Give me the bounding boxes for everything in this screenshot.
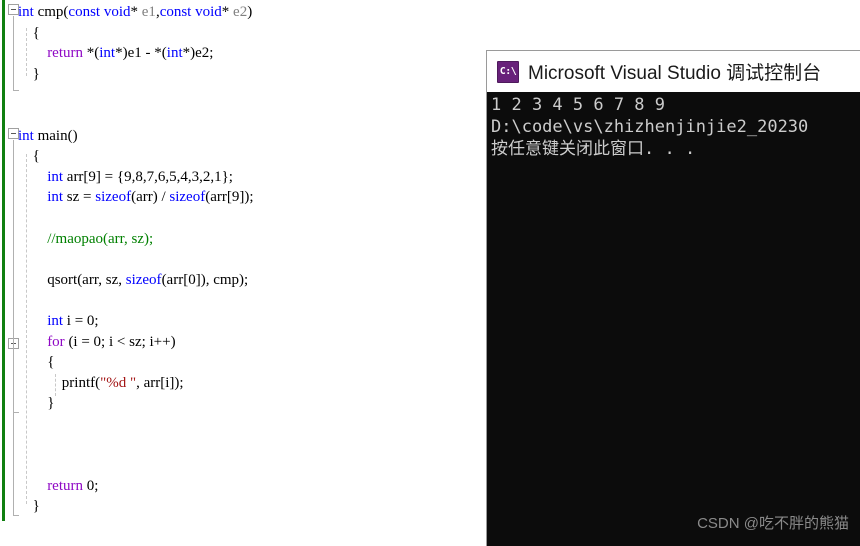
code-token: *)	[182, 45, 196, 62]
console-titlebar[interactable]: C:\ Microsoft Visual Studio 调试控制台	[487, 51, 860, 92]
code-token: (arr) /	[131, 189, 170, 206]
code-line[interactable]: {	[47, 352, 54, 372]
indent-guide	[26, 154, 27, 504]
code-token: printf(	[61, 374, 101, 391]
code-line[interactable]: int sz = sizeof(arr) / sizeof(arr[9]);	[47, 187, 253, 207]
code-token: ()	[67, 127, 78, 144]
code-line[interactable]: {	[33, 146, 40, 166]
code-token: )	[247, 4, 253, 20]
code-token: (arr[0]), cmp);	[161, 271, 249, 288]
console-output-line: D:\code\vs\zhizhenjinjie2_20230	[491, 117, 809, 137]
code-line[interactable]: {	[33, 23, 40, 43]
code-token: int	[166, 45, 183, 62]
code-token: sz =	[63, 189, 96, 206]
indent-guide	[26, 28, 27, 76]
code-token: int	[47, 189, 64, 206]
code-token: sizeof	[125, 271, 162, 288]
code-token: ;	[209, 45, 214, 62]
code-line[interactable]: return 0;	[47, 476, 98, 496]
code-token: //maopao(arr, sz);	[47, 230, 154, 247]
code-token: void	[195, 4, 222, 20]
code-line[interactable]: int arr[9] = {9,8,7,6,5,4,3,2,1};	[47, 167, 233, 187]
code-line[interactable]: }	[33, 496, 40, 516]
code-token: {	[47, 354, 55, 371]
code-token: e1	[127, 45, 142, 62]
code-token: e2	[195, 45, 210, 62]
code-token: *	[130, 4, 142, 20]
code-token: return	[47, 45, 84, 62]
code-token: return	[47, 477, 84, 494]
code-token: sizeof	[169, 189, 206, 206]
code-line[interactable]: printf("%d ", arr[i]);	[62, 373, 184, 393]
csdn-watermark: CSDN @吃不胖的熊猫	[697, 515, 849, 532]
code-token: 0;	[83, 477, 99, 494]
code-line[interactable]: return *(int*)e1 - *(int*)e2;	[47, 43, 213, 63]
code-token: arr[9] = {9,8,7,6,5,4,3,2,1};	[63, 168, 233, 185]
code-token: const	[68, 4, 101, 20]
code-token: main	[37, 127, 68, 144]
console-icon-glyph: C:\	[499, 65, 517, 77]
code-token: (arr[9]);	[205, 189, 254, 206]
code-token: int	[47, 168, 64, 185]
code-token: cmp	[37, 4, 64, 20]
code-token: i = 0;	[63, 313, 99, 329]
code-token: int	[99, 45, 116, 62]
code-token: }	[32, 498, 40, 515]
code-token: int	[47, 313, 64, 329]
console-output-area[interactable]: 1 2 3 4 5 6 7 8 9 D:\code\vs\zhizhenjinji…	[487, 92, 860, 546]
code-token: const	[159, 4, 192, 20]
console-cmd-icon: C:\	[497, 60, 519, 83]
code-token: e1	[141, 4, 156, 20]
code-text-layer[interactable]: int cmp(const void* e1,const void* e2) { r…	[0, 0, 486, 546]
code-token: e2	[233, 4, 248, 20]
code-token: int	[18, 127, 34, 144]
code-token: "%d "	[100, 374, 137, 391]
code-line[interactable]: int main()	[18, 126, 78, 146]
code-token: *(	[83, 45, 100, 62]
console-window[interactable]: C:\ Microsoft Visual Studio 调试控制台 1 2 3 …	[486, 50, 860, 546]
code-token: void	[103, 4, 131, 20]
code-line[interactable]: qsort(arr, sz, sizeof(arr[0]), cmp);	[47, 270, 248, 290]
indent-guide	[55, 374, 56, 396]
code-token: , arr[i]);	[136, 374, 184, 391]
code-token: *	[221, 4, 234, 20]
code-line[interactable]: }	[47, 393, 54, 413]
code-token: qsort(arr, sz,	[47, 271, 126, 288]
code-line[interactable]: int i = 0;	[47, 311, 98, 331]
code-token: {	[32, 148, 40, 165]
code-line[interactable]: }	[33, 64, 40, 84]
console-window-title: Microsoft Visual Studio 调试控制台	[528, 63, 822, 84]
code-token: for	[47, 333, 65, 350]
code-token: - *(	[141, 45, 167, 62]
code-token: }	[47, 395, 55, 412]
code-token: (i = 0; i < sz; i++)	[64, 333, 176, 350]
code-line[interactable]: for (i = 0; i < sz; i++)	[47, 332, 175, 352]
code-token: }	[32, 65, 40, 82]
code-editor-pane[interactable]: int cmp(const void* e1,const void* e2) { r…	[0, 0, 486, 546]
code-token: {	[32, 24, 40, 41]
code-line[interactable]: //maopao(arr, sz);	[47, 229, 153, 249]
code-line[interactable]: int cmp(const void* e1,const void* e2)	[18, 2, 252, 22]
code-token: *)	[115, 45, 128, 62]
code-token: sizeof	[95, 189, 132, 206]
code-token: int	[18, 4, 34, 20]
console-output-line: 1 2 3 4 5 6 7 8 9	[491, 95, 665, 115]
console-output-line: 按任意键关闭此窗口. . .	[491, 139, 696, 159]
